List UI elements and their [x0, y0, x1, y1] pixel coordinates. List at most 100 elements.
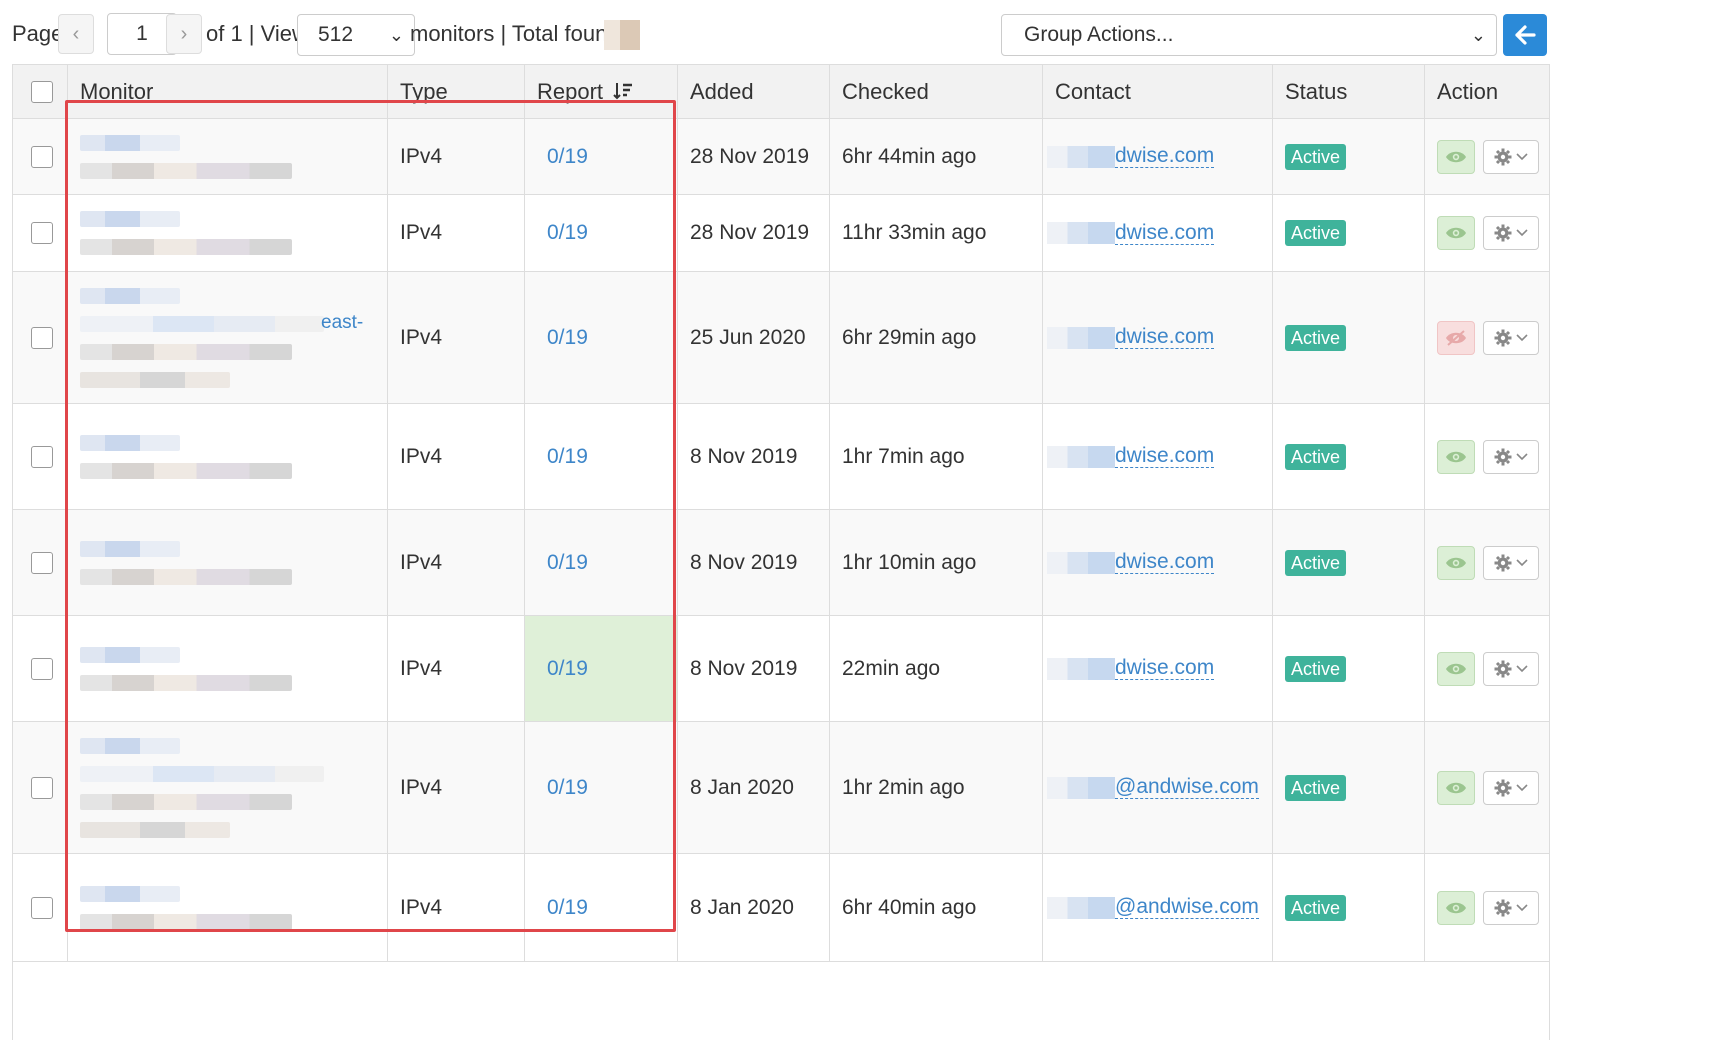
- toggle-visibility-button[interactable]: [1437, 320, 1475, 355]
- contact-cell[interactable]: @andwise.com: [1043, 722, 1273, 853]
- settings-dropdown-button[interactable]: [1483, 320, 1539, 355]
- checked-cell: 11hr 33min ago: [830, 195, 1043, 271]
- added-cell: 8 Jan 2020: [678, 722, 830, 853]
- settings-dropdown-button[interactable]: [1483, 770, 1539, 805]
- redacted-contact: [1047, 326, 1115, 349]
- settings-dropdown-button[interactable]: [1483, 216, 1539, 250]
- gear-icon: [1494, 224, 1512, 242]
- action-cell: [1425, 404, 1549, 509]
- col-status[interactable]: Status: [1273, 65, 1425, 119]
- redacted-contact: [1047, 145, 1115, 168]
- contact-cell[interactable]: dwise.com: [1043, 616, 1273, 721]
- row-checkbox[interactable]: [31, 776, 53, 799]
- added-cell: 28 Nov 2019: [678, 119, 830, 194]
- contact-link[interactable]: dwise.com: [1115, 221, 1215, 245]
- status-badge: Active: [1285, 549, 1347, 576]
- group-actions-select[interactable]: Group Actions... ⌄: [1001, 14, 1497, 56]
- contact-link[interactable]: dwise.com: [1115, 445, 1215, 468]
- added-cell: 25 Jun 2020: [678, 272, 830, 403]
- status-badge: Active: [1285, 894, 1347, 921]
- eye-icon: [1446, 227, 1466, 239]
- checked-cell: 1hr 7min ago: [830, 404, 1043, 509]
- chevron-left-icon: ‹: [72, 22, 80, 45]
- contact-cell[interactable]: dwise.com: [1043, 404, 1273, 509]
- checked-cell: 6hr 29min ago: [830, 272, 1043, 403]
- col-added[interactable]: Added: [678, 65, 830, 119]
- gear-icon: [1494, 554, 1512, 571]
- row-checkbox[interactable]: [31, 222, 53, 244]
- added-cell: 8 Nov 2019: [678, 510, 830, 615]
- toggle-visibility-button[interactable]: [1437, 439, 1475, 474]
- added-cell: 28 Nov 2019: [678, 195, 830, 271]
- toggle-visibility-button[interactable]: [1437, 545, 1475, 580]
- contact-link[interactable]: dwise.com: [1115, 326, 1215, 349]
- chevron-down-icon: [1516, 229, 1528, 237]
- next-page-button[interactable]: ›: [166, 14, 202, 54]
- toggle-visibility-button[interactable]: [1437, 770, 1475, 805]
- redacted-contact: [1047, 445, 1115, 468]
- eye-icon: [1446, 151, 1466, 162]
- contact-link[interactable]: @andwise.com: [1115, 896, 1259, 919]
- prev-page-button[interactable]: ‹: [58, 14, 94, 54]
- toggle-visibility-button[interactable]: [1437, 139, 1475, 174]
- contact-link[interactable]: dwise.com: [1115, 657, 1215, 680]
- status-cell: Active: [1273, 404, 1425, 509]
- contact-link[interactable]: dwise.com: [1115, 551, 1215, 574]
- row-select-cell: [13, 722, 68, 853]
- settings-dropdown-button[interactable]: [1483, 139, 1539, 174]
- row-checkbox[interactable]: [31, 326, 53, 349]
- row-select-cell: [13, 195, 68, 271]
- settings-dropdown-button[interactable]: [1483, 890, 1539, 925]
- pagination-toolbar: Page ‹ 1 › of 1 | View 512 ⌄ monitors | …: [0, 0, 1716, 64]
- row-select-cell: [13, 272, 68, 403]
- view-count-select[interactable]: 512 ⌄: [297, 14, 415, 56]
- row-checkbox[interactable]: [31, 445, 53, 468]
- row-checkbox[interactable]: [31, 551, 53, 574]
- contact-link[interactable]: @andwise.com: [1115, 776, 1259, 799]
- settings-dropdown-button[interactable]: [1483, 545, 1539, 580]
- status-badge: Active: [1285, 443, 1347, 470]
- settings-dropdown-button[interactable]: [1483, 439, 1539, 474]
- contact-cell[interactable]: @andwise.com: [1043, 854, 1273, 961]
- eye-icon: [1446, 451, 1466, 462]
- redacted-contact: [1047, 657, 1115, 680]
- status-cell: Active: [1273, 510, 1425, 615]
- gear-icon: [1494, 329, 1512, 346]
- contact-cell[interactable]: dwise.com: [1043, 272, 1273, 403]
- row-checkbox[interactable]: [31, 657, 53, 680]
- toggle-visibility-button[interactable]: [1437, 890, 1475, 925]
- checked-cell: 1hr 10min ago: [830, 510, 1043, 615]
- of-pages-text: of 1 | View: [206, 21, 308, 46]
- action-cell: [1425, 722, 1549, 853]
- back-button[interactable]: [1503, 14, 1547, 56]
- contact-link[interactable]: dwise.com: [1115, 145, 1215, 168]
- redacted-contact: [1047, 896, 1115, 919]
- status-cell: Active: [1273, 722, 1425, 853]
- action-cell: [1425, 616, 1549, 721]
- contact-cell[interactable]: dwise.com: [1043, 119, 1273, 194]
- monitors-page: Page ‹ 1 › of 1 | View 512 ⌄ monitors | …: [0, 0, 1716, 1040]
- contact-cell[interactable]: dwise.com: [1043, 510, 1273, 615]
- toggle-visibility-button[interactable]: [1437, 216, 1475, 250]
- col-checked[interactable]: Checked: [830, 65, 1043, 119]
- row-checkbox[interactable]: [31, 896, 53, 919]
- redacted-contact: [1047, 222, 1115, 244]
- row-checkbox[interactable]: [31, 145, 53, 168]
- status-cell: Active: [1273, 195, 1425, 271]
- chevron-right-icon: ›: [180, 22, 188, 45]
- row-select-cell: [13, 119, 68, 194]
- select-all-checkbox[interactable]: [31, 81, 53, 103]
- gear-icon: [1494, 779, 1512, 796]
- gear-icon: [1494, 448, 1512, 465]
- redacted-contact: [1047, 776, 1115, 799]
- col-contact[interactable]: Contact: [1043, 65, 1273, 119]
- col-action: Action: [1437, 79, 1499, 104]
- status-badge: Active: [1285, 655, 1347, 682]
- settings-dropdown-button[interactable]: [1483, 651, 1539, 686]
- chevron-down-icon: [1516, 152, 1528, 160]
- status-badge: Active: [1285, 324, 1347, 351]
- toggle-visibility-button[interactable]: [1437, 651, 1475, 686]
- contact-cell[interactable]: dwise.com: [1043, 195, 1273, 271]
- eye-icon: [1446, 902, 1466, 913]
- chevron-down-icon: [1516, 783, 1528, 791]
